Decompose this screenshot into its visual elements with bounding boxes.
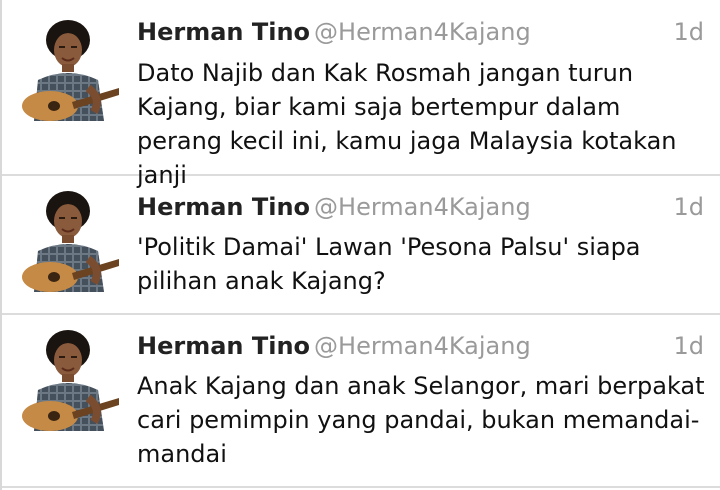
avatar[interactable] xyxy=(16,18,119,121)
tweet-text: Anak Kajang dan anak Selangor, mari berp… xyxy=(137,372,705,468)
tweet-text: 'Politik Damai' Lawan 'Pesona Palsu' sia… xyxy=(137,233,641,295)
avatar-man-with-guitar-icon xyxy=(16,189,119,292)
tweet-item[interactable]: Herman Tino @Herman4Kajang 1d Anak Kajang… xyxy=(2,315,720,488)
tweet-header: Herman Tino @Herman4Kajang 1d xyxy=(137,193,704,229)
tweet-timestamp[interactable]: 1d xyxy=(673,332,704,360)
tweet-header: Herman Tino @Herman4Kajang 1d xyxy=(137,18,704,54)
author-handle[interactable]: @Herman4Kajang xyxy=(314,193,531,221)
author-name[interactable]: Herman Tino xyxy=(137,193,310,221)
tweet-header: Herman Tino @Herman4Kajang 1d xyxy=(137,332,704,368)
tweet-item[interactable]: Herman Tino @Herman4Kajang 1d Dato Najib … xyxy=(2,0,720,189)
avatar-man-with-guitar-icon xyxy=(16,328,119,431)
tweet-timestamp[interactable]: 1d xyxy=(673,18,704,46)
avatar-man-with-guitar-icon xyxy=(16,18,119,121)
author-handle[interactable]: @Herman4Kajang xyxy=(314,332,531,360)
author-name[interactable]: Herman Tino xyxy=(137,18,310,46)
tweet-timestamp[interactable]: 1d xyxy=(673,193,704,221)
avatar[interactable] xyxy=(16,189,119,292)
author-name[interactable]: Herman Tino xyxy=(137,332,310,360)
author-handle[interactable]: @Herman4Kajang xyxy=(314,18,531,46)
tweet-text: Dato Najib dan Kak Rosmah jangan turun K… xyxy=(137,59,677,189)
avatar[interactable] xyxy=(16,328,119,431)
tweet-item[interactable]: Herman Tino @Herman4Kajang 1d 'Politik Da… xyxy=(2,176,720,315)
tweet-timeline: Herman Tino @Herman4Kajang 1d Dato Najib … xyxy=(0,0,720,490)
